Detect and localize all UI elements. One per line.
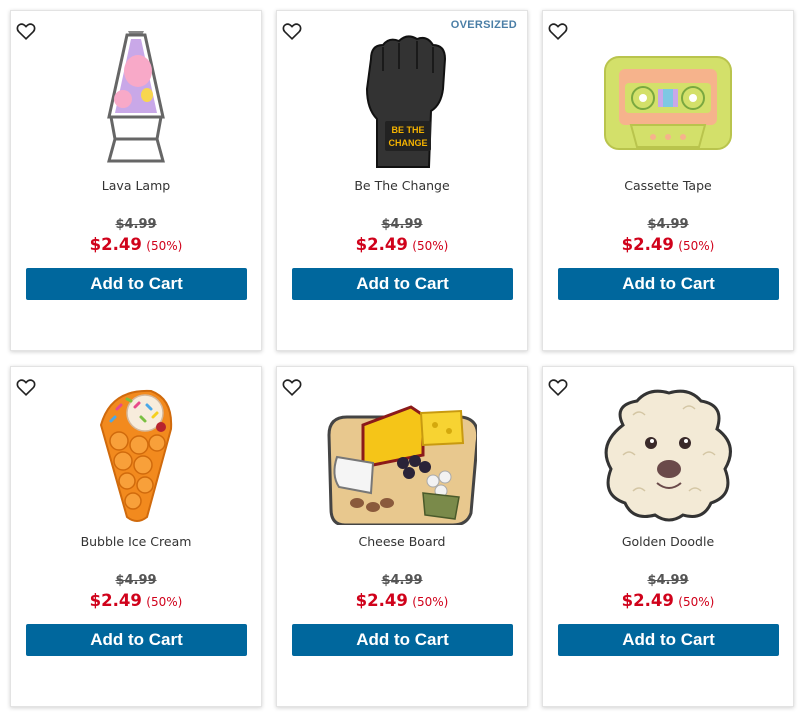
product-card-bubble-ice-cream[interactable]: Bubble Ice Cream $4.99 $2.49 (50%) Add t…	[10, 366, 262, 707]
sale-price: $2.49	[621, 235, 674, 254]
discount-percent: (50%)	[412, 239, 449, 253]
product-card-be-the-change[interactable]: OVERSIZED BE THE CHANGE Be The Change $4…	[276, 10, 528, 351]
price-line: $2.49 (50%)	[543, 235, 793, 255]
heart-icon[interactable]	[281, 376, 303, 398]
svg-text:BE THE: BE THE	[391, 125, 424, 135]
discount-percent: (50%)	[146, 239, 183, 253]
discount-percent: (50%)	[678, 239, 715, 253]
raised-fist-icon: BE THE CHANGE	[365, 35, 447, 168]
sale-price: $2.49	[355, 591, 408, 610]
bubble-ice-cream-icon	[99, 389, 173, 522]
heart-icon[interactable]	[15, 376, 37, 398]
product-name[interactable]: Golden Doodle	[543, 534, 793, 549]
heart-icon[interactable]	[15, 20, 37, 42]
price-line: $2.49 (50%)	[11, 591, 261, 611]
original-price: $4.99	[381, 573, 423, 588]
price-line: $2.49 (50%)	[277, 591, 527, 611]
original-price: $4.99	[115, 573, 157, 588]
cheese-board-icon	[327, 405, 477, 525]
original-price: $4.99	[381, 217, 423, 232]
product-card-lava-lamp[interactable]: Lava Lamp $4.99 $2.49 (50%) Add to Cart	[10, 10, 262, 351]
product-card-cheese-board[interactable]: Cheese Board $4.99 $2.49 (50%) Add to Ca…	[276, 366, 528, 707]
svg-text:CHANGE: CHANGE	[388, 138, 427, 148]
heart-icon[interactable]	[281, 20, 303, 42]
original-price: $4.99	[115, 217, 157, 232]
lava-lamp-icon	[107, 31, 165, 163]
sale-price: $2.49	[89, 235, 142, 254]
add-to-cart-button[interactable]: Add to Cart	[26, 268, 247, 300]
price-line: $2.49 (50%)	[277, 235, 527, 255]
price-line: $2.49 (50%)	[11, 235, 261, 255]
product-name[interactable]: Bubble Ice Cream	[11, 534, 261, 549]
product-name[interactable]: Cheese Board	[277, 534, 527, 549]
sale-price: $2.49	[621, 591, 674, 610]
add-to-cart-button[interactable]: Add to Cart	[26, 624, 247, 656]
original-price: $4.99	[647, 573, 689, 588]
add-to-cart-button[interactable]: Add to Cart	[292, 268, 513, 300]
original-price: $4.99	[647, 217, 689, 232]
heart-icon[interactable]	[547, 376, 569, 398]
product-name[interactable]: Lava Lamp	[11, 178, 261, 193]
product-card-cassette-tape[interactable]: Cassette Tape $4.99 $2.49 (50%) Add to C…	[542, 10, 794, 351]
product-name[interactable]: Cassette Tape	[543, 178, 793, 193]
add-to-cart-button[interactable]: Add to Cart	[558, 624, 779, 656]
price-line: $2.49 (50%)	[543, 591, 793, 611]
add-to-cart-button[interactable]: Add to Cart	[292, 624, 513, 656]
sale-price: $2.49	[89, 591, 142, 610]
product-card-golden-doodle[interactable]: Golden Doodle $4.99 $2.49 (50%) Add to C…	[542, 366, 794, 707]
golden-doodle-icon	[604, 389, 732, 522]
cassette-tape-icon	[604, 56, 732, 150]
add-to-cart-button[interactable]: Add to Cart	[558, 268, 779, 300]
heart-icon[interactable]	[547, 20, 569, 42]
discount-percent: (50%)	[146, 595, 183, 609]
discount-percent: (50%)	[678, 595, 715, 609]
product-name[interactable]: Be The Change	[277, 178, 527, 193]
discount-percent: (50%)	[412, 595, 449, 609]
sale-price: $2.49	[355, 235, 408, 254]
